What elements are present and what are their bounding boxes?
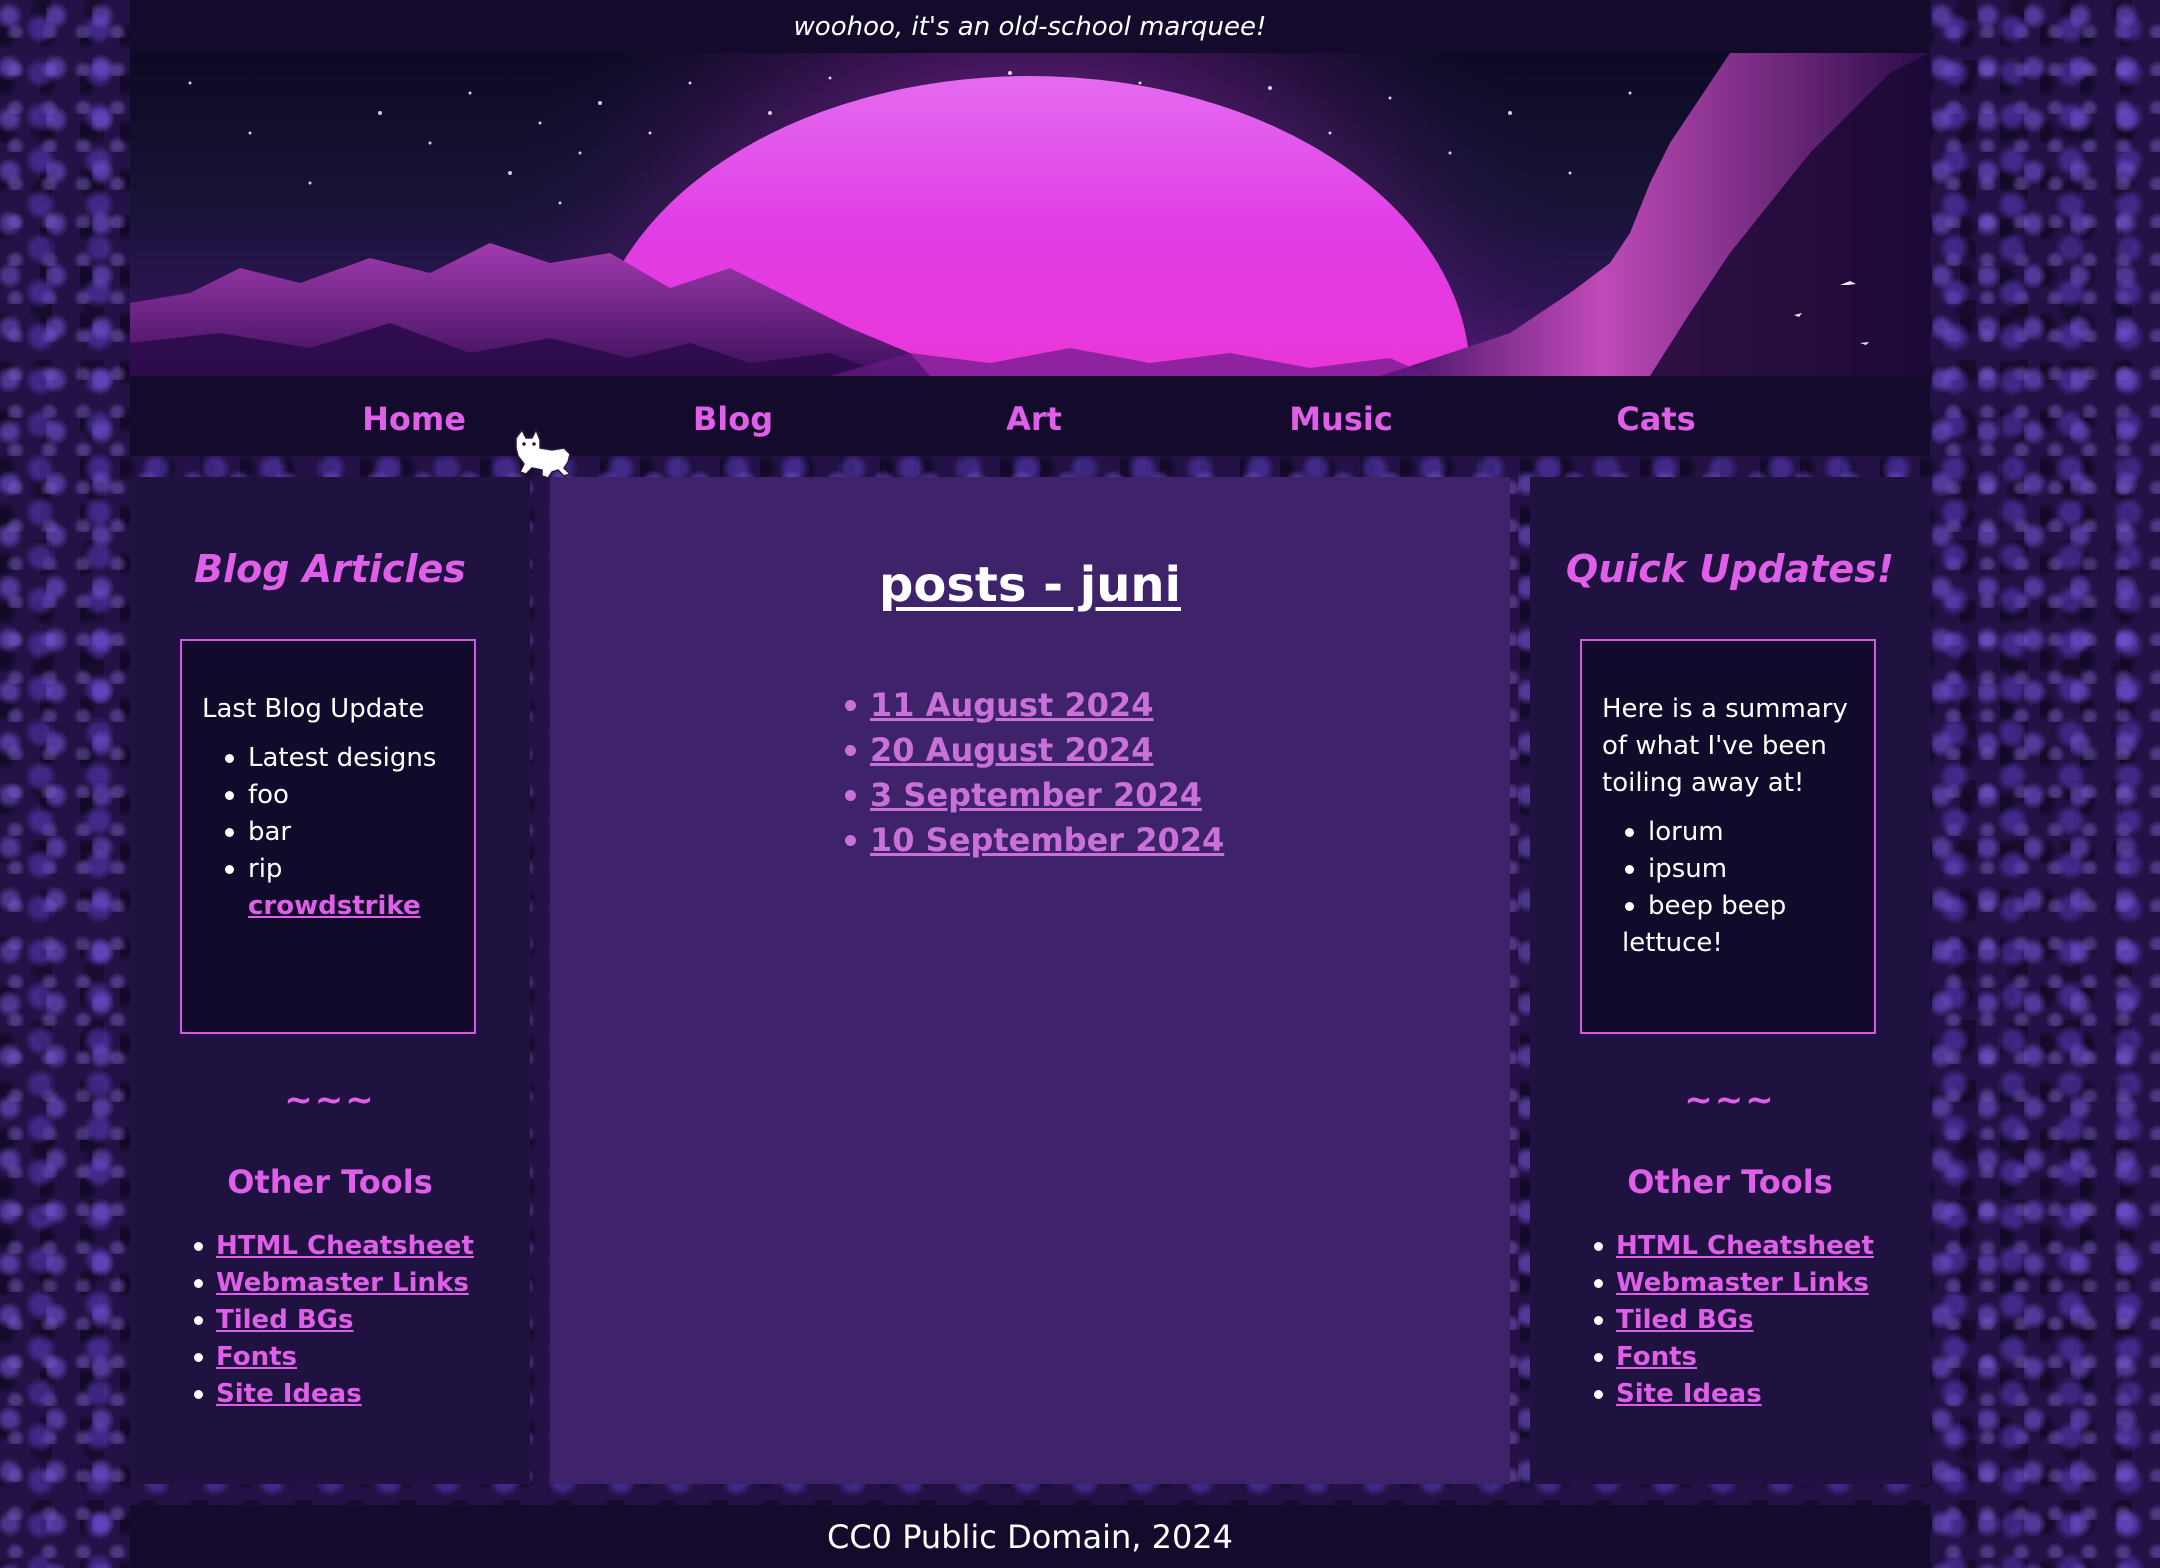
list-item: 20 August 2024 <box>844 728 1224 773</box>
rip-prefix: rip <box>248 854 283 884</box>
last-blog-update-box: Last Blog Update Latest designs foo bar … <box>180 639 476 1034</box>
posts-list: 11 August 2024 20 August 2024 3 Septembe… <box>844 683 1224 863</box>
list-item: beep beep <box>1625 888 1854 925</box>
white-cat-cursor-icon <box>515 428 572 479</box>
right-sidebar: Quick Updates! Here is a summary of what… <box>1530 477 1930 1484</box>
left-divider: ~~~ <box>284 1080 376 1120</box>
right-tools-list: HTML Cheatsheet Webmaster Links Tiled BG… <box>1580 1228 1874 1413</box>
footer: CC0 Public Domain, 2024 <box>130 1505 1930 1568</box>
left-tools-list: HTML Cheatsheet Webmaster Links Tiled BG… <box>180 1228 474 1413</box>
post-link[interactable]: 10 September 2024 <box>870 821 1224 859</box>
left-sidebar-title: Blog Articles <box>194 547 466 591</box>
list-item: Fonts <box>194 1339 474 1376</box>
crowdstrike-link[interactable]: crowdstrike <box>248 891 421 921</box>
list-item: 10 September 2024 <box>844 818 1224 863</box>
list-item: HTML Cheatsheet <box>194 1228 474 1265</box>
page-title: posts - juni <box>878 557 1181 613</box>
right-sidebar-title: Quick Updates! <box>1565 547 1895 591</box>
list-item: HTML Cheatsheet <box>1594 1228 1874 1265</box>
tool-link-fonts[interactable]: Fonts <box>216 1342 297 1372</box>
last-blog-update-heading: Last Blog Update <box>202 694 425 724</box>
list-item: 11 August 2024 <box>844 683 1224 728</box>
footer-text: CC0 Public Domain, 2024 <box>826 1517 1234 1556</box>
nav-music[interactable]: Music <box>1289 376 1393 456</box>
right-divider: ~~~ <box>1684 1080 1776 1120</box>
list-item: rip crowdstrike <box>225 851 454 925</box>
left-sidebar: Blog Articles Last Blog Update Latest de… <box>130 477 530 1484</box>
blog-update-list: Latest designs foo bar rip crowdstrike <box>202 740 454 925</box>
tool-link-webmaster-links[interactable]: Webmaster Links <box>216 1268 469 1298</box>
nav-cats[interactable]: Cats <box>1616 376 1695 456</box>
post-link[interactable]: 11 August 2024 <box>870 686 1153 724</box>
tool-link-html-cheatsheet[interactable]: HTML Cheatsheet <box>216 1231 474 1261</box>
list-item: Fonts <box>1594 1339 1874 1376</box>
quick-updates-box: Here is a summary of what I've been toil… <box>1580 639 1876 1034</box>
post-link[interactable]: 3 September 2024 <box>870 776 1202 814</box>
sunset-mountains-illustration <box>130 53 1930 376</box>
nav-blog[interactable]: Blog <box>693 376 773 456</box>
tool-link-site-ideas[interactable]: Site Ideas <box>216 1379 362 1409</box>
page-container: woohoo, it's an old-school marquee! Home… <box>130 0 1930 1568</box>
tool-link-fonts[interactable]: Fonts <box>1616 1342 1697 1372</box>
quick-updates-trailing: lettuce! <box>1622 928 1723 958</box>
post-link[interactable]: 20 August 2024 <box>870 731 1153 769</box>
header-banner-image <box>130 53 1930 376</box>
list-item: Site Ideas <box>1594 1376 1874 1413</box>
list-item: foo <box>225 777 454 814</box>
marquee-text: woohoo, it's an old-school marquee! <box>793 11 1267 42</box>
list-item: ipsum <box>1625 851 1854 888</box>
nav-home[interactable]: Home <box>362 376 466 456</box>
list-item: 3 September 2024 <box>844 773 1224 818</box>
list-item: Webmaster Links <box>194 1265 474 1302</box>
main-navigation: Home Blog Art Music Cats <box>130 376 1930 456</box>
list-item: Webmaster Links <box>1594 1265 1874 1302</box>
marquee-bar: woohoo, it's an old-school marquee! <box>130 0 1930 53</box>
right-other-tools-title: Other Tools <box>1627 1163 1833 1201</box>
tool-link-tiled-bgs[interactable]: Tiled BGs <box>216 1305 354 1335</box>
quick-updates-list: lorum ipsum beep beep <box>1602 814 1854 925</box>
main-content: posts - juni 11 August 2024 20 August 20… <box>550 477 1510 1484</box>
tool-link-webmaster-links[interactable]: Webmaster Links <box>1616 1268 1869 1298</box>
tool-link-tiled-bgs[interactable]: Tiled BGs <box>1616 1305 1754 1335</box>
list-item: Tiled BGs <box>194 1302 474 1339</box>
quick-updates-summary: Here is a summary of what I've been toil… <box>1602 694 1848 798</box>
tool-link-html-cheatsheet[interactable]: HTML Cheatsheet <box>1616 1231 1874 1261</box>
list-item: bar <box>225 814 454 851</box>
nav-art[interactable]: Art <box>1006 376 1062 456</box>
list-item: lorum <box>1625 814 1854 851</box>
list-item: Tiled BGs <box>1594 1302 1874 1339</box>
tool-link-site-ideas[interactable]: Site Ideas <box>1616 1379 1762 1409</box>
list-item: Site Ideas <box>194 1376 474 1413</box>
left-other-tools-title: Other Tools <box>227 1163 433 1201</box>
list-item: Latest designs <box>225 740 454 777</box>
